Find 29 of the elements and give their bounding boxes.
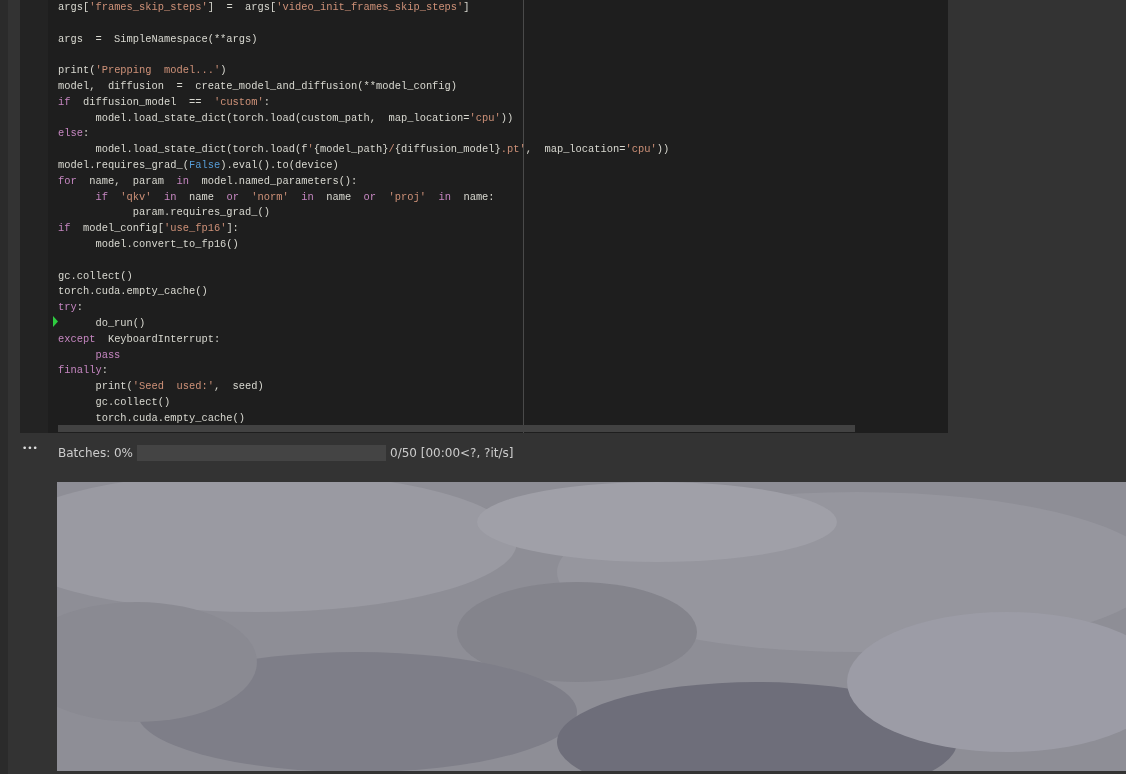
code-line: torch.cuda.empty_cache() bbox=[58, 284, 208, 300]
code-line: torch.cuda.empty_cache() bbox=[94, 410, 246, 426]
code-line: try: bbox=[58, 300, 83, 316]
code-line: gc.collect() bbox=[94, 394, 171, 410]
code-line: param.requires_grad_() bbox=[131, 205, 270, 221]
code-line: except KeyboardInterrupt: bbox=[58, 331, 221, 347]
code-line: model.requires_grad_(False).eval().to(device) bbox=[58, 157, 339, 173]
code-line: else: bbox=[58, 126, 90, 142]
output-menu-icon[interactable]: ••• bbox=[8, 443, 58, 453]
code-line: args = SimpleNamespace(**args) bbox=[58, 31, 258, 47]
horizontal-scrollbar[interactable] bbox=[58, 425, 855, 432]
code-line: for name, param in model.named_parameters(): bbox=[58, 173, 358, 189]
code-line: finally: bbox=[58, 363, 108, 379]
code-line: pass bbox=[94, 347, 121, 363]
code-line: if diffusion_model == 'custom': bbox=[58, 94, 271, 110]
code-line: model, diffusion = create_model_and_diffusion(**model_config) bbox=[58, 79, 458, 94]
code-line: do_run() bbox=[58, 315, 146, 332]
code-line: model.convert_to_fp16() bbox=[94, 236, 239, 252]
code-line: args['frames_skip_steps'] = args['video_init_frames_skip_steps'] bbox=[58, 0, 470, 15]
code-line: print('Seed used:', seed) bbox=[94, 379, 264, 395]
code-line: if model_config['use_fp16']: bbox=[58, 221, 239, 237]
progress-label: Batches: 0% bbox=[58, 446, 134, 460]
code-line: model.load_state_dict(torch.load(custom_path, map_location='cpu')) bbox=[94, 110, 514, 126]
progress-reading: 0/50 [00:00<?, ?it/s] bbox=[390, 446, 514, 460]
code-line: gc.collect() bbox=[58, 268, 133, 284]
code-line: model.load_state_dict(torch.load(f'{model_path}/{diffusion_model}.pt', map_location='cpu')) bbox=[94, 142, 670, 158]
code-cell[interactable] bbox=[20, 0, 948, 433]
code-line: if 'qkv' in name or 'norm' in name or 'proj' in name: bbox=[94, 189, 495, 205]
code-line: print('Prepping model...') bbox=[58, 63, 227, 79]
